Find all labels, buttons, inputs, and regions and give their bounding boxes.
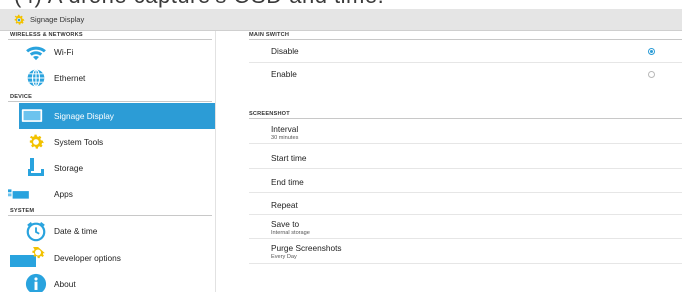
sidebar-item-about[interactable]: About (0, 271, 216, 292)
caption-strip: (4) A drone capture's OSD and time. (0, 0, 682, 8)
sidebar-item-storage[interactable]: Storage (0, 155, 216, 181)
option-enable[interactable]: Enable (249, 63, 682, 86)
sidebar-item-label: Wi-Fi (54, 47, 74, 57)
row-value: Every Day (271, 254, 297, 260)
row-label: Repeat (271, 200, 298, 210)
caption-text: (4) A drone capture's OSD and time. (14, 0, 384, 8)
developer-icon (10, 247, 46, 269)
section-header-device: DEVICE (10, 94, 33, 100)
section-divider (8, 101, 212, 102)
globe-icon (25, 67, 47, 89)
section-divider (8, 215, 212, 216)
storage-icon (25, 157, 47, 179)
option-label: Enable (271, 69, 297, 79)
section-header-screenshot: SCREENSHOT (249, 111, 290, 117)
radio-disable[interactable] (648, 48, 655, 55)
sidebar-item-ethernet[interactable]: Ethernet (0, 65, 216, 91)
apps-icon (8, 183, 30, 205)
sidebar-item-label: About (54, 279, 76, 289)
section-header-wireless: WIRELESS & NETWORKS (10, 32, 83, 38)
display-icon (21, 105, 43, 127)
sidebar-item-date-time[interactable]: Date & time (0, 218, 216, 244)
row-value: Internal storage (271, 230, 310, 236)
settings-sidebar: WIRELESS & NETWORKS Wi-Fi Ethernet DEVIC… (0, 31, 216, 292)
row-label: End time (271, 177, 304, 187)
row-label: Purge Screenshots (271, 243, 342, 253)
row-start-time[interactable]: Start time (249, 144, 682, 169)
radio-enable[interactable] (648, 71, 655, 78)
title-bar: Signage Display (0, 9, 682, 31)
sidebar-item-signage-display[interactable]: Signage Display (19, 103, 215, 129)
clock-icon (25, 220, 47, 242)
sidebar-item-system-tools[interactable]: System Tools (0, 129, 216, 155)
page-title: Signage Display (30, 15, 85, 24)
sidebar-item-label: Signage Display (54, 111, 114, 121)
option-disable[interactable]: Disable (249, 40, 682, 63)
sidebar-item-label: System Tools (54, 137, 104, 147)
sidebar-item-label: Date & time (54, 226, 98, 236)
sidebar-item-label: Ethernet (54, 73, 86, 83)
row-value: 30 minutes (271, 135, 299, 141)
row-label: Interval (271, 124, 299, 134)
row-interval[interactable]: Interval 30 minutes (249, 119, 682, 144)
row-repeat[interactable]: Repeat (249, 193, 682, 215)
sidebar-item-wifi[interactable]: Wi-Fi (0, 39, 216, 65)
section-header-main-switch: MAIN SWITCH (249, 32, 290, 38)
sidebar-item-label: Storage (54, 163, 84, 173)
option-label: Disable (271, 46, 299, 56)
section-header-system: SYSTEM (10, 208, 35, 214)
wifi-icon (25, 41, 47, 63)
sidebar-item-label: Apps (54, 189, 73, 199)
row-end-time[interactable]: End time (249, 169, 682, 193)
row-save-to[interactable]: Save to Internal storage (249, 215, 682, 239)
gear-icon (25, 131, 47, 153)
sidebar-item-label: Developer options (54, 253, 121, 263)
info-icon (25, 273, 47, 292)
gear-icon (12, 13, 26, 27)
row-label: Start time (271, 153, 307, 163)
row-label: Save to (271, 219, 300, 229)
sidebar-item-apps[interactable]: Apps (0, 181, 216, 207)
settings-detail-pane: MAIN SWITCH Disable Enable SCREENSHOT In… (216, 31, 682, 292)
row-purge-screenshots[interactable]: Purge Screenshots Every Day (249, 239, 682, 264)
sidebar-item-developer-options[interactable]: Developer options (0, 245, 216, 271)
